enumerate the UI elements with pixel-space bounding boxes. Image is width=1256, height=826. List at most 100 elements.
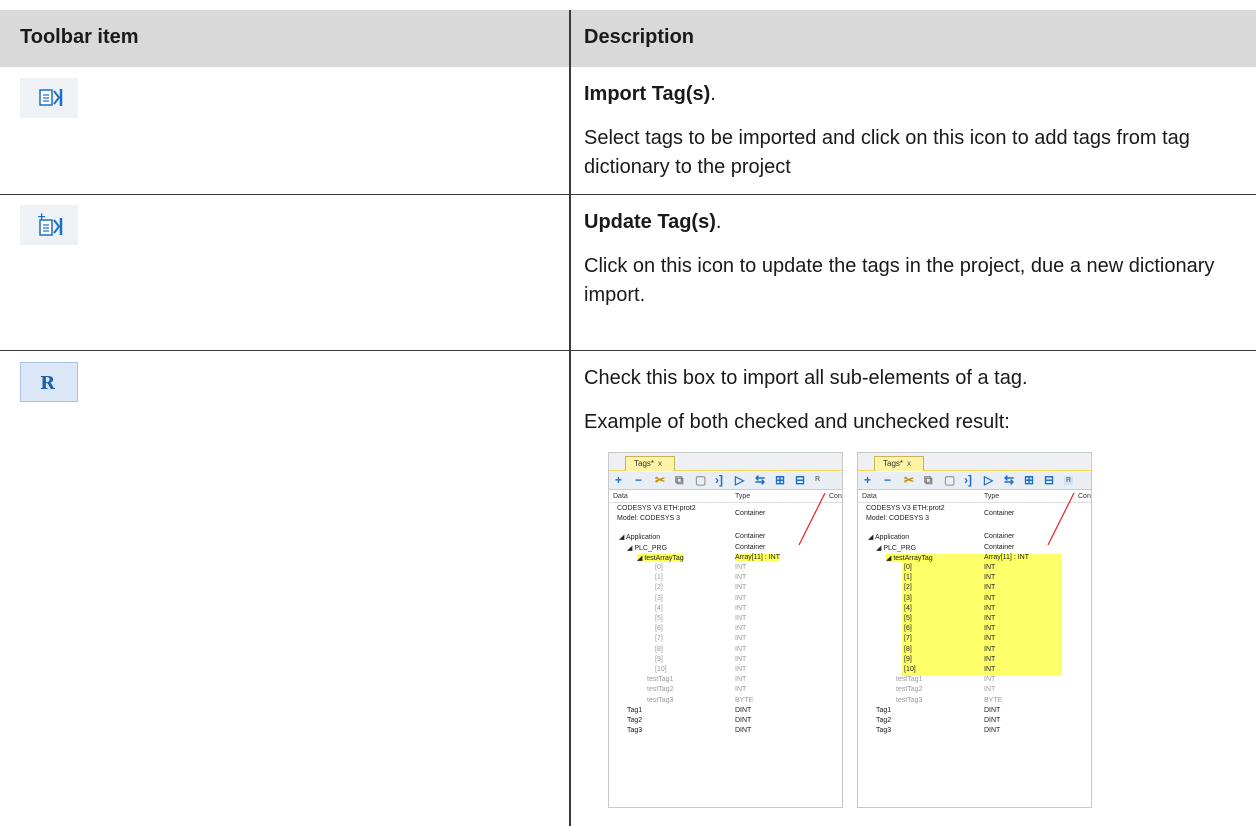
cut-icon[interactable]: ✂: [655, 473, 665, 487]
tree-item-name: [2]: [655, 584, 663, 592]
tree-item-type: INT: [984, 604, 996, 612]
tags-toolbar: + − ✂ ⧉ ▢ ›] ▷ ⇆ ⊞ ⊟ R: [858, 472, 1091, 490]
tree-row[interactable]: [9] INT: [609, 656, 842, 666]
tree-row[interactable]: [4] INT: [858, 605, 1091, 615]
tree-row[interactable]: [0] INT: [858, 564, 1091, 574]
paste-icon[interactable]: ▢: [944, 473, 955, 487]
tree-row[interactable]: [9] INT: [858, 656, 1091, 666]
tree-row[interactable]: [8] INT: [858, 646, 1091, 656]
tree-item-type: Array[11] : INT: [735, 553, 780, 561]
tree-row[interactable]: [5] INT: [609, 615, 842, 625]
dictionary-icon[interactable]: ⊞: [775, 473, 785, 487]
tree-item-name: [5]: [904, 615, 912, 622]
tree-item-type: INT: [984, 645, 996, 653]
tree-row[interactable]: testTag3 BYTE: [609, 697, 842, 707]
tree-item-type: DINT: [735, 717, 752, 724]
tree-item-name: ◢ PLC_PRG: [876, 544, 917, 552]
remove-icon[interactable]: −: [635, 473, 642, 487]
tree-item-name: ◢ Application: [868, 534, 910, 542]
add-icon[interactable]: +: [615, 473, 622, 487]
tree-row[interactable]: testTag1 INT: [609, 676, 842, 686]
tree-row[interactable]: [6] INT: [609, 625, 842, 635]
tree-row[interactable]: testTag2 INT: [858, 686, 1091, 696]
tree-item-name: [9]: [904, 655, 912, 663]
tree-row[interactable]: testTag2 INT: [609, 686, 842, 696]
import-tags-icon[interactable]: ›]: [964, 473, 972, 487]
tree-row[interactable]: [1] INT: [858, 574, 1091, 584]
tab-label: Tags*: [634, 459, 655, 468]
tree-row[interactable]: [2] INT: [858, 584, 1091, 594]
import-tags-icon[interactable]: [20, 78, 78, 118]
copy-icon[interactable]: ⧉: [924, 473, 933, 488]
tree-row[interactable]: ◢ testArrayTag Array[11] : INT: [858, 553, 1091, 564]
tree-item-name: ◢ testArrayTag: [886, 553, 933, 562]
row-import-tags: Import Tag(s). Select tags to be importe…: [584, 80, 1224, 182]
sort-icon[interactable]: ⇆: [755, 473, 765, 487]
recursive-r-icon[interactable]: R: [1064, 476, 1074, 485]
tree-item-type: INT: [984, 574, 996, 582]
update-tags-icon[interactable]: ⊟: [1044, 473, 1054, 487]
tree-item-name: Model: CODESYS 3: [617, 515, 681, 523]
dictionary-icon[interactable]: ⊞: [1024, 473, 1034, 487]
tree-item-type: INT: [735, 594, 747, 602]
cut-icon[interactable]: ✂: [904, 473, 914, 487]
tree-row[interactable]: Tag3 DINT: [609, 727, 842, 737]
update-tags-icon[interactable]: +: [20, 205, 78, 245]
tree-row[interactable]: Tag1 DINT: [609, 707, 842, 717]
tree-row[interactable]: [5] INT: [858, 615, 1091, 625]
sort-icon[interactable]: ⇆: [1004, 473, 1014, 487]
close-icon[interactable]: x: [658, 459, 662, 468]
tree-row[interactable]: Tag3 DINT: [858, 727, 1091, 737]
tree-item-type: INT: [735, 604, 747, 612]
tree-row[interactable]: [1] INT: [609, 574, 842, 584]
close-icon[interactable]: x: [907, 459, 911, 468]
tree-row[interactable]: Tag1 DINT: [858, 707, 1091, 717]
tree-item-type: INT: [735, 574, 747, 582]
row-divider: [0, 350, 1256, 351]
tree-item-type: Container: [735, 543, 766, 551]
tree-item-name: Tag1: [876, 706, 892, 714]
tree-row[interactable]: [10] INT: [609, 666, 842, 676]
tree-row[interactable]: testTag1 INT: [858, 676, 1091, 686]
import-tags-title: Import Tag(s): [584, 83, 711, 105]
tree-item-name: testTag3: [896, 696, 923, 704]
tree-row[interactable]: Tag2 DINT: [858, 717, 1091, 727]
tree-row[interactable]: [10] INT: [858, 666, 1091, 676]
tab-tags[interactable]: Tags* x: [625, 456, 675, 471]
paste-icon[interactable]: ▢: [695, 473, 706, 487]
title-suffix: .: [710, 83, 716, 105]
copy-icon[interactable]: ⧉: [675, 473, 684, 488]
tree-row[interactable]: [8] INT: [609, 646, 842, 656]
tab-tags[interactable]: Tags* x: [874, 456, 924, 471]
tree-row[interactable]: [3] INT: [609, 595, 842, 605]
tree-item-type: INT: [984, 584, 996, 592]
row-update-tags: Update Tag(s). Click on this icon to upd…: [584, 208, 1224, 310]
run-icon[interactable]: ▷: [984, 473, 993, 487]
recursive-r-icon[interactable]: R: [20, 362, 78, 402]
tree-row[interactable]: [3] INT: [858, 595, 1091, 605]
tree-item-type: INT: [984, 686, 996, 694]
col-type: Type: [984, 493, 1000, 500]
tree-item-name: [1]: [655, 574, 663, 582]
tree-row[interactable]: testTag3 BYTE: [858, 697, 1091, 707]
tree-item-name: [7]: [904, 635, 912, 643]
tree-row[interactable]: Tag2 DINT: [609, 717, 842, 727]
remove-icon[interactable]: −: [884, 473, 891, 487]
tree-item-name: Tag2: [627, 717, 643, 724]
tree-row[interactable]: [6] INT: [858, 625, 1091, 635]
tree-row[interactable]: [4] INT: [609, 605, 842, 615]
tree-row[interactable]: [2] INT: [609, 584, 842, 594]
tree-row[interactable]: [7] INT: [609, 635, 842, 645]
run-icon[interactable]: ▷: [735, 473, 744, 487]
editor-tab-bar: Tags* x: [609, 453, 842, 471]
recursive-r-icon[interactable]: R: [815, 476, 820, 483]
tree-row[interactable]: [0] INT: [609, 564, 842, 574]
tree-row[interactable]: ◢ testArrayTag Array[11] : INT: [609, 553, 842, 564]
tree-row[interactable]: [7] INT: [858, 635, 1091, 645]
tree-item-name: ◢ Application: [619, 534, 661, 542]
tab-label: Tags*: [883, 459, 904, 468]
add-icon[interactable]: +: [864, 473, 871, 487]
svg-text:R: R: [40, 373, 56, 394]
import-tags-icon[interactable]: ›]: [715, 473, 723, 487]
update-tags-icon[interactable]: ⊟: [795, 473, 805, 487]
